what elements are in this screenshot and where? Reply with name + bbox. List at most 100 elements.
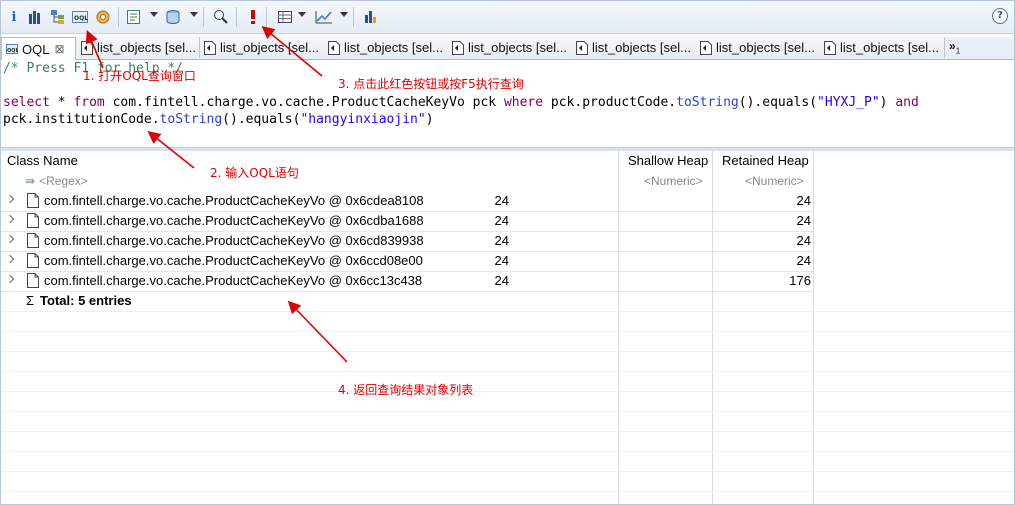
chart-icon[interactable]: [315, 8, 333, 26]
shallow-heap-cell: 24: [494, 273, 509, 288]
toolbar-separator: [353, 7, 354, 27]
filter-icon: ⇛: [25, 174, 36, 188]
table-row[interactable]: com.fintell.charge.vo.cache.ProductCache…: [1, 191, 813, 212]
tab-label: list_objects [sel...: [592, 40, 691, 55]
tab-list-objects[interactable]: list_objects [sel...: [820, 37, 945, 58]
retained-heap-filter-input[interactable]: <Numeric>: [745, 171, 804, 191]
empty-row: [1, 471, 1014, 492]
results-table: Class Name Shallow Heap Retained Heap ⇛ <…: [1, 151, 1014, 504]
object-icon: [27, 213, 39, 228]
tab-list-objects[interactable]: list_objects [sel...: [324, 37, 449, 58]
retained-heap-cell: 24: [796, 193, 811, 208]
toolbar: i OQL ?: [1, 1, 1014, 34]
help-icon[interactable]: ?: [992, 8, 1008, 24]
object-icon: [27, 253, 39, 268]
retained-heap-cell: 24: [796, 233, 811, 248]
class-name-cell: com.fintell.charge.vo.cache.ProductCache…: [44, 253, 423, 268]
object-icon: [27, 193, 39, 208]
histogram-icon[interactable]: [26, 8, 44, 26]
annotation-1: 1. 打开OQL查询窗口: [83, 69, 196, 83]
annotation-3: 3. 点击此红色按钮或按F5执行查询: [338, 77, 524, 91]
document-icon: [204, 40, 216, 55]
column-header-retained-heap[interactable]: Retained Heap: [722, 151, 809, 171]
empty-row: [1, 311, 1014, 332]
empty-row: [1, 331, 1014, 352]
tab-list-objects[interactable]: list_objects [sel...: [448, 37, 573, 58]
empty-row: [1, 391, 1014, 412]
sigma-icon: Σ: [26, 293, 35, 308]
query-browser-icon[interactable]: [125, 8, 143, 26]
editor-query-line-1: select * from com.fintell.charge.vo.cach…: [3, 95, 919, 110]
tab-oql[interactable]: OQL OQL ⊠: [1, 37, 76, 60]
column-header-class-name[interactable]: Class Name: [7, 151, 78, 171]
retained-heap-cell: 24: [796, 213, 811, 228]
oql-icon[interactable]: OQL: [71, 8, 89, 26]
editor-tabs: OQL OQL ⊠ list_objects [sel... list_obje…: [1, 37, 1014, 60]
toolbar-separator: [118, 7, 119, 27]
tab-label: list_objects [sel...: [840, 40, 939, 55]
table-row[interactable]: com.fintell.charge.vo.cache.ProductCache…: [1, 211, 813, 232]
tab-list-objects[interactable]: list_objects [sel...: [200, 37, 325, 58]
document-icon: [328, 40, 340, 55]
shallow-heap-filter-input[interactable]: <Numeric>: [644, 171, 703, 191]
export-dropdown-icon[interactable]: [298, 12, 306, 17]
class-name-cell: com.fintell.charge.vo.cache.ProductCache…: [44, 213, 424, 228]
tabs-overflow-button[interactable]: »1: [949, 39, 960, 55]
document-icon: [81, 40, 93, 55]
regex-filter-input[interactable]: ⇛ <Regex>: [25, 171, 88, 191]
retained-heap-cell: 24: [796, 253, 811, 268]
export-icon[interactable]: [276, 8, 294, 26]
shallow-heap-cell: 24: [494, 253, 509, 268]
expand-icon[interactable]: [5, 254, 15, 264]
tab-list-objects[interactable]: list_objects [sel...: [572, 37, 697, 58]
execute-query-icon[interactable]: [244, 8, 262, 26]
class-name-cell: com.fintell.charge.vo.cache.ProductCache…: [44, 193, 424, 208]
tab-label: list_objects [sel...: [220, 40, 319, 55]
annotation-2: 2. 输入OQL语句: [210, 166, 299, 180]
tab-label: list_objects [sel...: [468, 40, 567, 55]
column-header-shallow-heap[interactable]: Shallow Heap: [628, 151, 708, 171]
annotation-4: 4. 返回查询结果对象列表: [338, 383, 474, 397]
dominator-tree-icon[interactable]: [49, 8, 67, 26]
query-browser-dropdown-icon[interactable]: [150, 12, 158, 17]
info-icon[interactable]: i: [5, 8, 23, 26]
open-heap-dump-dropdown-icon[interactable]: [190, 12, 198, 17]
shallow-heap-cell: 24: [494, 193, 509, 208]
expand-icon[interactable]: [5, 274, 15, 284]
object-icon: [27, 233, 39, 248]
table-row[interactable]: com.fintell.charge.vo.cache.ProductCache…: [1, 271, 813, 292]
object-icon: [27, 273, 39, 288]
document-icon: [824, 40, 836, 55]
tab-label: list_objects [sel...: [716, 40, 815, 55]
svg-text:OQL: OQL: [74, 15, 88, 22]
empty-row: [1, 351, 1014, 372]
class-name-cell: com.fintell.charge.vo.cache.ProductCache…: [44, 273, 423, 288]
toolbar-separator: [266, 7, 267, 27]
empty-row: [1, 451, 1014, 472]
expand-icon[interactable]: [5, 214, 15, 224]
table-row[interactable]: com.fintell.charge.vo.cache.ProductCache…: [1, 251, 813, 272]
expand-icon[interactable]: [5, 194, 15, 204]
total-label: Σ Total: 5 entries: [26, 293, 132, 308]
tab-label: list_objects [sel...: [97, 40, 196, 55]
total-row: Σ Total: 5 entries: [1, 291, 1014, 312]
document-icon: [576, 40, 588, 55]
toolbar-separator: [236, 7, 237, 27]
oql-icon: OQL: [6, 44, 18, 54]
find-object-icon[interactable]: [212, 8, 230, 26]
expand-icon[interactable]: [5, 234, 15, 244]
editor-query-line-2: pck.institutionCode.toString().equals("h…: [3, 112, 434, 127]
tab-label: list_objects [sel...: [344, 40, 443, 55]
calculate-retained-icon[interactable]: [362, 8, 380, 26]
tab-list-objects[interactable]: list_objects [sel...: [696, 37, 821, 58]
chart-dropdown-icon[interactable]: [340, 12, 348, 17]
empty-row: [1, 411, 1014, 432]
class-name-cell: com.fintell.charge.vo.cache.ProductCache…: [44, 233, 424, 248]
table-row[interactable]: com.fintell.charge.vo.cache.ProductCache…: [1, 231, 813, 252]
tab-list-objects[interactable]: list_objects [sel...: [77, 37, 200, 58]
toolbar-separator: [203, 7, 204, 27]
heap-dump-overview-icon[interactable]: [94, 8, 112, 26]
open-heap-dump-icon[interactable]: [165, 8, 183, 26]
close-icon[interactable]: ⊠: [54, 42, 64, 56]
tab-label: OQL: [22, 41, 50, 57]
